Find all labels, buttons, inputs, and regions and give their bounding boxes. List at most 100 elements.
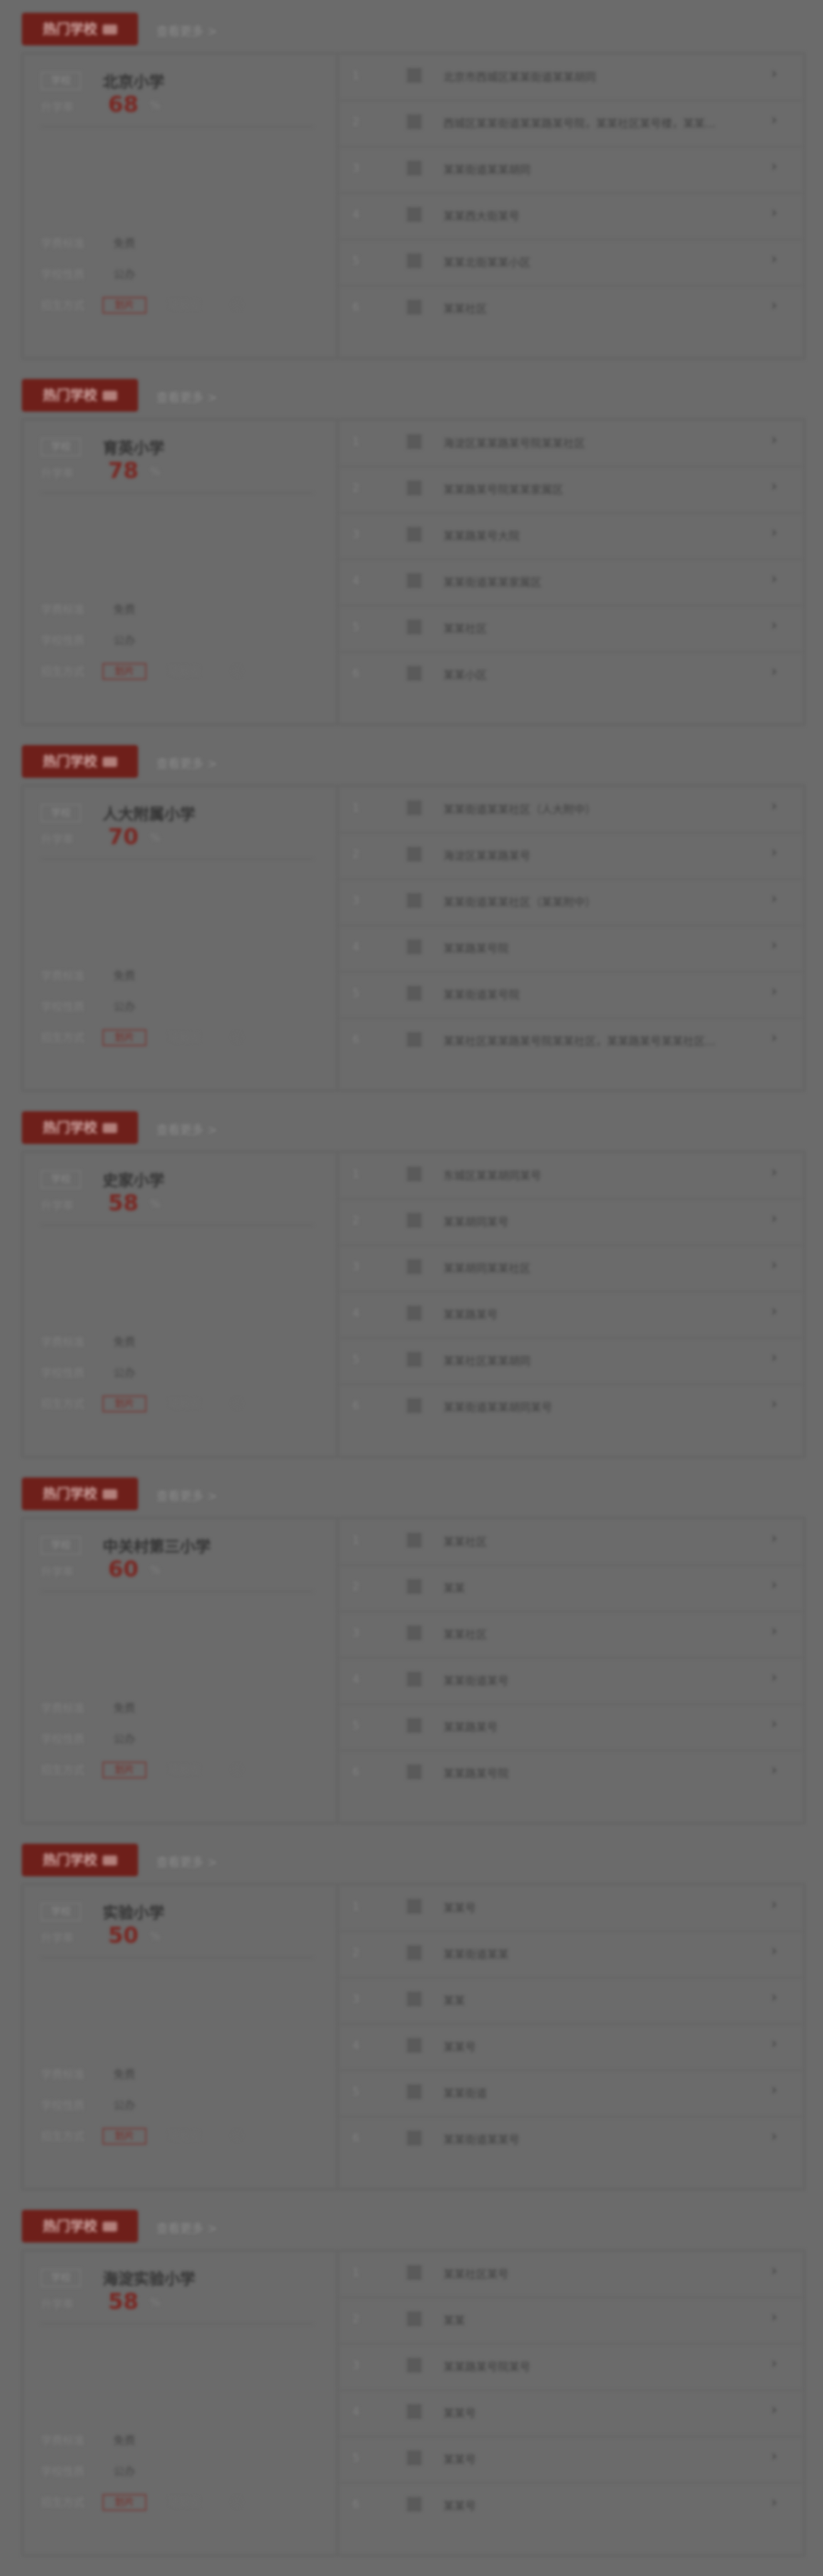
district-row[interactable]: 1 某某社区 › <box>338 1518 804 1566</box>
hot-school-tag[interactable]: 热门学校 <box>22 1477 138 1510</box>
info-icon[interactable]: ⓘ <box>232 297 243 313</box>
district-row[interactable]: 3 某某路某号院某号 › <box>338 2343 804 2391</box>
info-icon[interactable]: ⓘ <box>232 2494 243 2510</box>
view-more-link[interactable]: 查看更多 > <box>156 22 217 39</box>
hot-school-tag[interactable]: 热门学校 <box>22 1111 138 1144</box>
checkbox[interactable] <box>407 527 421 542</box>
chevron-right-icon[interactable]: › <box>771 431 777 448</box>
checkbox[interactable] <box>407 1167 421 1181</box>
checkbox[interactable] <box>407 1672 421 1686</box>
district-row[interactable]: 5 某某路某号 › <box>338 1704 804 1751</box>
checkbox[interactable] <box>407 1626 421 1640</box>
district-row[interactable]: 2 某某 › <box>338 1565 804 1612</box>
chevron-right-icon[interactable]: › <box>771 523 777 541</box>
chevron-right-icon[interactable]: › <box>771 1029 777 1046</box>
district-row[interactable]: 3 某某胡同某某社区 › <box>338 1245 804 1292</box>
info-icon[interactable]: ⓘ <box>232 1762 243 1777</box>
checkbox[interactable] <box>407 1718 421 1733</box>
info-icon[interactable]: ⓘ <box>232 1029 243 1045</box>
district-row[interactable]: 4 某某街道某某家属区 › <box>338 559 804 606</box>
checkbox[interactable] <box>407 940 421 954</box>
checkbox[interactable] <box>407 573 421 588</box>
checkbox[interactable] <box>407 207 421 222</box>
hot-school-tag[interactable]: 热门学校 <box>22 745 138 778</box>
enroll-button[interactable]: 划片 <box>103 297 146 313</box>
school-name[interactable]: 育英小学 <box>103 435 164 458</box>
view-more-link[interactable]: 查看更多 > <box>156 2219 217 2236</box>
checkbox[interactable] <box>407 1765 421 1779</box>
district-row[interactable]: 2 某某街道某某 › <box>338 1931 804 1978</box>
chevron-right-icon[interactable]: › <box>771 570 777 587</box>
checkbox[interactable] <box>407 847 421 861</box>
info-icon[interactable]: ⓘ <box>232 2128 243 2143</box>
district-row[interactable]: 1 东城区某某胡同某号 › <box>338 1152 804 1199</box>
checkbox[interactable] <box>407 2265 421 2280</box>
checkbox[interactable] <box>407 2084 421 2099</box>
checkbox[interactable] <box>407 1398 421 1413</box>
school-name[interactable]: 北京小学 <box>103 69 164 92</box>
district-row[interactable]: 6 某某社区某某路某号院某某社区，某某路某号某某社区... › <box>338 1018 804 1064</box>
district-row[interactable]: 1 北京市西城区某某街道某某胡同 › <box>338 54 804 101</box>
chevron-right-icon[interactable]: › <box>771 1348 777 1366</box>
district-row[interactable]: 1 某某号 › <box>338 1885 804 1932</box>
checkbox[interactable] <box>407 1213 421 1228</box>
district-row[interactable]: 2 西城区某某街道某某路某号院，某某社区某号楼，某某... › <box>338 100 804 147</box>
checkbox[interactable] <box>407 893 421 908</box>
chevron-right-icon[interactable]: › <box>771 65 777 82</box>
enroll-button[interactable]: 划片 <box>103 1029 146 1046</box>
chevron-right-icon[interactable]: › <box>771 1988 777 2005</box>
chevron-right-icon[interactable]: › <box>771 890 777 907</box>
chevron-right-icon[interactable]: › <box>771 662 777 680</box>
chevron-right-icon[interactable]: › <box>771 1256 777 1273</box>
chevron-right-icon[interactable]: › <box>771 2447 777 2464</box>
checkbox[interactable] <box>407 434 421 449</box>
checkbox[interactable] <box>407 986 421 1000</box>
chevron-right-icon[interactable]: › <box>771 1668 777 1686</box>
checkbox[interactable] <box>407 1352 421 1367</box>
district-row[interactable]: 6 某某街道某某号 › <box>338 2116 804 2163</box>
school-name[interactable]: 中关村第三小学 <box>103 1534 211 1557</box>
view-more-link[interactable]: 查看更多 > <box>156 1120 217 1138</box>
district-row[interactable]: 5 某某北街某某小区 › <box>338 239 804 286</box>
chevron-right-icon[interactable]: › <box>771 250 777 267</box>
chevron-right-icon[interactable]: › <box>771 2308 777 2325</box>
district-row[interactable]: 5 某某社区某某胡同 › <box>338 1338 804 1385</box>
checkbox[interactable] <box>407 2131 421 2145</box>
district-row[interactable]: 3 某某路某号大院 › <box>338 512 804 560</box>
district-row[interactable]: 3 某某街道某某社区（某某附中） › <box>338 879 804 926</box>
chevron-right-icon[interactable]: › <box>771 1761 777 1778</box>
chevron-right-icon[interactable]: › <box>771 1895 777 1913</box>
chevron-right-icon[interactable]: › <box>771 1302 777 1319</box>
checkbox[interactable] <box>407 114 421 129</box>
view-more-link[interactable]: 查看更多 > <box>156 754 217 771</box>
chevron-right-icon[interactable]: › <box>771 2127 777 2144</box>
info-icon[interactable]: ⓘ <box>232 1396 243 1411</box>
checkbox[interactable] <box>407 161 421 175</box>
district-row[interactable]: 3 某某社区 › <box>338 1611 804 1658</box>
district-row[interactable]: 5 某某街道 › <box>338 2070 804 2117</box>
chevron-right-icon[interactable]: › <box>771 616 777 633</box>
school-name[interactable]: 史家小学 <box>103 1168 164 1190</box>
chevron-right-icon[interactable]: › <box>771 2034 777 2052</box>
district-row[interactable]: 4 某某路某号 › <box>338 1291 804 1338</box>
district-row[interactable]: 3 某某 › <box>338 1977 804 2024</box>
chevron-right-icon[interactable]: › <box>771 204 777 221</box>
checkbox[interactable] <box>407 2358 421 2372</box>
checkbox[interactable] <box>407 801 421 815</box>
checkbox[interactable] <box>407 666 421 681</box>
enroll-button[interactable]: 划片 <box>103 663 146 680</box>
chevron-right-icon[interactable]: › <box>771 936 777 953</box>
checkbox[interactable] <box>407 1032 421 1047</box>
chevron-right-icon[interactable]: › <box>771 1163 777 1180</box>
district-row[interactable]: 6 某某小区 › <box>338 651 804 698</box>
checkbox[interactable] <box>407 300 421 314</box>
chevron-right-icon[interactable]: › <box>771 1529 777 1547</box>
view-more-link[interactable]: 查看更多 > <box>156 388 217 405</box>
checkbox[interactable] <box>407 1945 421 1960</box>
chevron-right-icon[interactable]: › <box>771 1622 777 1639</box>
checkbox[interactable] <box>407 2038 421 2053</box>
checkbox[interactable] <box>407 2404 421 2419</box>
chevron-right-icon[interactable]: › <box>771 1395 777 1412</box>
district-row[interactable]: 6 某某社区 › <box>338 285 804 332</box>
school-name[interactable]: 人大附属小学 <box>103 801 195 824</box>
